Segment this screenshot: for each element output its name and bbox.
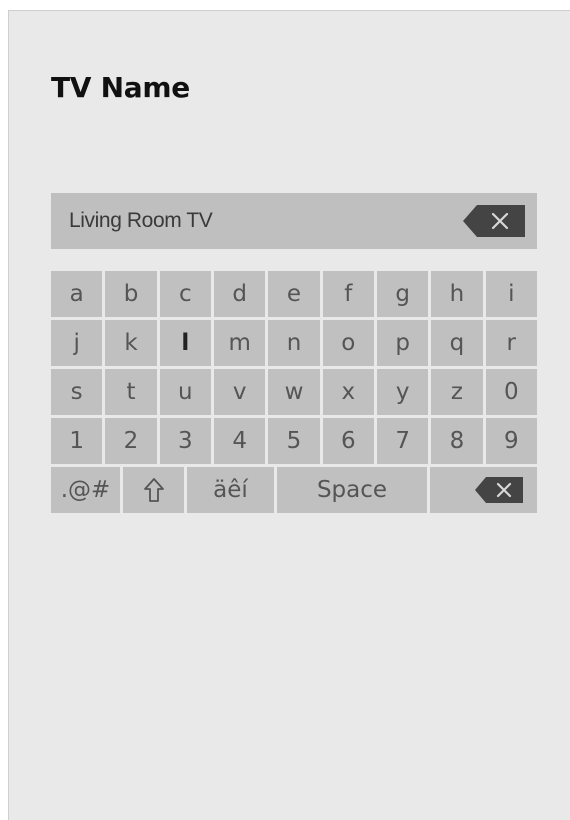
key-s[interactable]: s [51,369,103,415]
backspace-x-icon [475,477,523,503]
key-3[interactable]: 3 [159,418,211,464]
key-e[interactable]: e [268,271,320,317]
key-u[interactable]: u [159,369,211,415]
key-j[interactable]: j [51,320,103,366]
key-n[interactable]: n [268,320,320,366]
key-o[interactable]: o [322,320,374,366]
tv-name-panel: TV Name Living Room TV a b c d e f g h i… [8,10,570,820]
key-g[interactable]: g [376,271,429,317]
key-c[interactable]: c [159,271,211,317]
shift-arrow-icon [143,478,164,502]
page-title: TV Name [51,71,190,104]
key-6[interactable]: 6 [322,418,374,464]
key-p[interactable]: p [376,320,429,366]
key-4[interactable]: 4 [213,418,266,464]
keyboard-row-1: a b c d e f g h i [51,271,537,317]
key-q[interactable]: q [431,320,483,366]
space-key[interactable]: Space [277,467,427,513]
key-5[interactable]: 5 [268,418,320,464]
key-i[interactable]: i [485,271,537,317]
key-2[interactable]: 2 [105,418,157,464]
onscreen-keyboard: a b c d e f g h i j k l m n o p q r s t … [51,271,537,516]
key-9[interactable]: 9 [485,418,537,464]
clear-text-button[interactable] [463,205,525,237]
key-t[interactable]: t [105,369,157,415]
backspace-key[interactable] [430,467,537,513]
key-v[interactable]: v [213,369,266,415]
keyboard-row-controls: .@# äêí Space [51,467,537,513]
keyboard-row-3: s t u v w x y z 0 [51,369,537,415]
key-a[interactable]: a [51,271,103,317]
symbols-key[interactable]: .@# [51,467,120,513]
key-l[interactable]: l [159,320,211,366]
key-z[interactable]: z [431,369,483,415]
key-h[interactable]: h [431,271,483,317]
keyboard-row-4: 1 2 3 4 5 6 7 8 9 [51,418,537,464]
tv-name-input[interactable]: Living Room TV [51,193,537,249]
tv-name-value: Living Room TV [69,209,213,232]
backspace-x-icon [463,205,525,237]
key-1[interactable]: 1 [51,418,103,464]
accents-key[interactable]: äêí [187,467,274,513]
shift-key[interactable] [123,467,184,513]
key-d[interactable]: d [213,271,266,317]
keyboard-row-2: j k l m n o p q r [51,320,537,366]
key-b[interactable]: b [105,271,157,317]
key-f[interactable]: f [322,271,374,317]
key-x[interactable]: x [322,369,374,415]
key-k[interactable]: k [105,320,157,366]
key-r[interactable]: r [485,320,537,366]
key-8[interactable]: 8 [431,418,483,464]
key-m[interactable]: m [213,320,266,366]
key-w[interactable]: w [268,369,320,415]
key-7[interactable]: 7 [376,418,429,464]
key-0[interactable]: 0 [485,369,537,415]
key-y[interactable]: y [376,369,429,415]
